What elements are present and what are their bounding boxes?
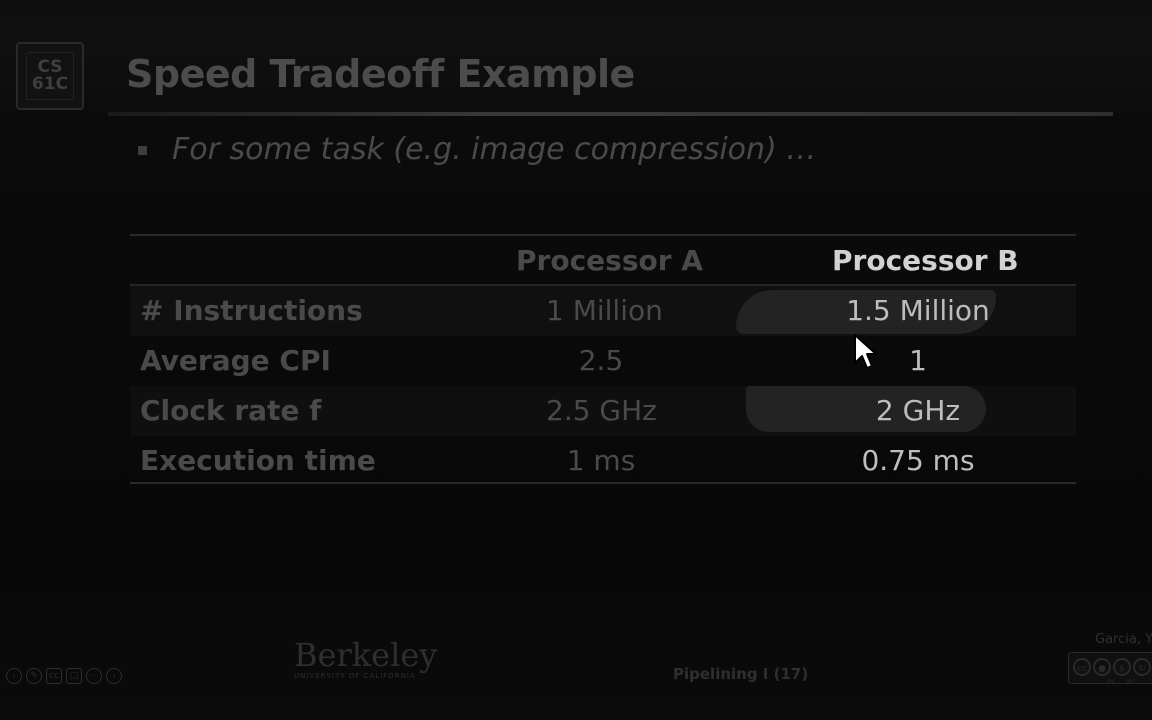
cc-logo-icon: cc	[1073, 658, 1091, 676]
berkeley-wordmark: Berkeley	[294, 636, 438, 674]
header-processor-b: Processor B	[832, 244, 1019, 277]
noncommercial-icon: $	[1113, 658, 1131, 676]
row-label: Execution time	[140, 444, 376, 477]
table-header-row: Processor A Processor B	[130, 236, 1076, 286]
attribution-icon: ●	[1093, 658, 1111, 676]
sharealike-icon: ↻	[1133, 658, 1151, 676]
back-icon[interactable]: ‹	[6, 668, 22, 684]
pen-icon[interactable]: ✎	[26, 668, 42, 684]
creative-commons-badge: cc ● $ ↻ BY NC	[1068, 652, 1152, 686]
title-divider	[108, 112, 1113, 116]
slide-controls: ‹ ✎ cc □ ⋯ ›	[6, 668, 122, 684]
author-credit: Garcia, Yo	[1095, 632, 1152, 647]
row-label: Clock rate f	[140, 394, 322, 427]
table-bottom-rule	[130, 482, 1076, 484]
slide-title: Speed Tradeoff Example	[126, 52, 635, 96]
cc-icon[interactable]: cc	[46, 668, 62, 684]
cell-processor-a: 2.5 GHz	[546, 394, 657, 427]
cc-nc-label: NC	[1127, 679, 1136, 686]
slide: CS 61C Speed Tradeoff Example For some t…	[0, 0, 1152, 720]
row-label: # Instructions	[140, 294, 363, 327]
mouse-cursor-icon	[854, 334, 877, 369]
berkeley-logo: Berkeley UNIVERSITY OF CALIFORNIA	[294, 638, 437, 680]
cell-processor-b: 2 GHz	[875, 394, 961, 427]
cc-by-label: BY	[1107, 679, 1115, 686]
logo-line2: 61C	[31, 74, 69, 94]
cell-processor-a: 1 Million	[546, 294, 663, 327]
bullet-text: For some task (e.g. image compression) …	[172, 132, 817, 167]
table-row: Clock rate f 2.5 GHz 2 GHz	[130, 386, 1076, 436]
cs61c-logo: CS 61C	[16, 42, 84, 110]
header-processor-a: Processor A	[516, 244, 703, 277]
bullet-marker	[138, 146, 147, 155]
forward-icon[interactable]: ›	[106, 668, 122, 684]
cell-processor-b: 1.5 Million	[846, 294, 990, 327]
monitor-icon[interactable]: □	[66, 668, 82, 684]
table-row: Execution time 1 ms 0.75 ms	[130, 436, 1076, 486]
table-row: # Instructions 1 Million 1.5 Million	[130, 286, 1076, 336]
cell-processor-b: 0.75 ms	[861, 444, 975, 477]
cell-processor-a: 1 ms	[566, 444, 636, 477]
row-label: Average CPI	[140, 344, 331, 377]
more-icon[interactable]: ⋯	[86, 668, 102, 684]
logo-chip: CS 61C	[26, 52, 74, 100]
cell-processor-a: 2.5	[578, 344, 624, 377]
footer-slide-label: Pipelining I (17)	[673, 665, 809, 683]
table-row: Average CPI 2.5 1	[130, 336, 1076, 386]
